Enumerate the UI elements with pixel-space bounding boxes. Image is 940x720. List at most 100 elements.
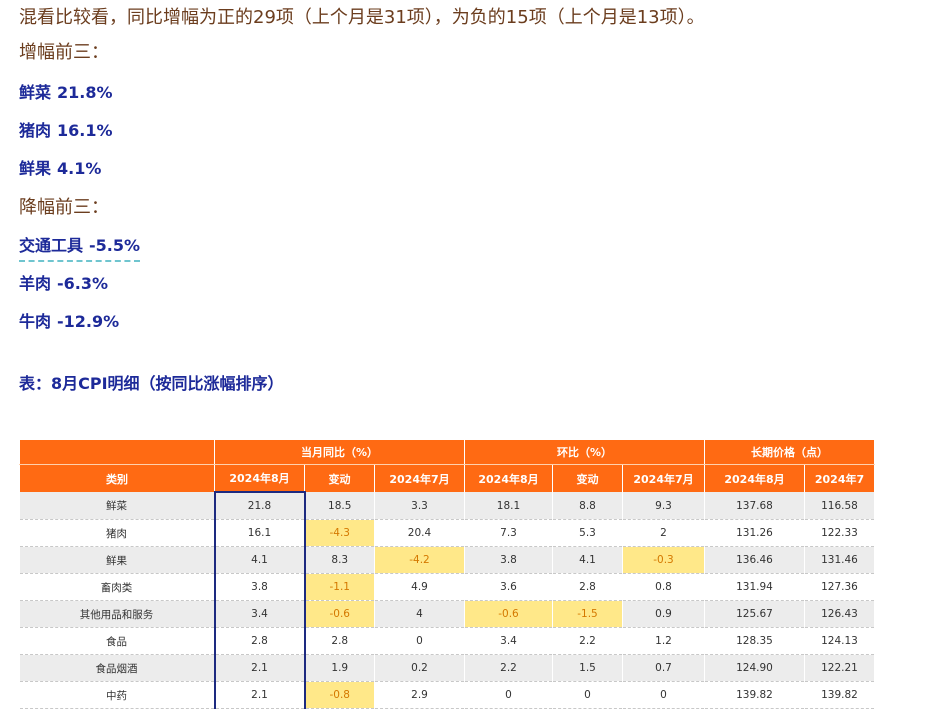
- item-value: 16.1%: [57, 121, 113, 140]
- group-header-blank: [19, 440, 215, 465]
- value-cell: 8.3: [304, 546, 375, 574]
- table-row: 食品烟酒 2.1 1.9 0.2 2.2 1.5 0.7 124.90 122.21: [19, 654, 875, 682]
- column-header: 类别: [19, 464, 215, 492]
- value-cell: 131.94: [704, 573, 805, 601]
- group-header-row: 当月同比（%） 环比（%） 长期价格（点）: [19, 440, 875, 465]
- value-cell: 131.46: [804, 546, 875, 574]
- value-cell: 18.1: [464, 492, 553, 520]
- value-cell: 126.43: [804, 600, 875, 628]
- value-cell: 131.26: [704, 519, 805, 547]
- increase-item: 鲜果 4.1%: [19, 157, 101, 181]
- value-cell: -4.3: [304, 519, 375, 547]
- value-cell: 125.67: [704, 600, 805, 628]
- value-cell: -4.2: [374, 546, 465, 574]
- cpi-table: 当月同比（%） 环比（%） 长期价格（点） 类别 2024年8月 变动 2024…: [19, 440, 875, 709]
- table-body: 鲜菜 21.8 18.5 3.3 18.1 8.8 9.3 137.68 116.58 猪肉 16.…: [19, 491, 875, 709]
- value-cell: 137.68: [704, 492, 805, 520]
- table-row: 猪肉 16.1 -4.3 20.4 7.3 5.3 2 131.26 122.33: [19, 519, 875, 547]
- value-cell: 4: [374, 600, 465, 628]
- value-cell: 4.1: [552, 546, 623, 574]
- column-header-row: 类别 2024年8月 变动 2024年7月 2024年8月 变动 2024年7月…: [19, 464, 875, 492]
- value-cell: 2.8: [304, 627, 375, 655]
- column-header: 变动: [552, 464, 623, 492]
- value-cell: -1.5: [552, 600, 623, 628]
- value-cell: 2.1: [213, 681, 306, 709]
- item-value: -12.9%: [57, 312, 120, 331]
- decrease-item[interactable]: 交通工具 -5.5%: [19, 234, 141, 262]
- table-row: 中药 2.1 -0.8 2.9 0 0 0 139.82 139.82: [19, 681, 875, 709]
- value-cell: 116.58: [804, 492, 875, 520]
- value-cell: 1.5: [552, 654, 623, 682]
- value-cell: 3.6: [464, 573, 553, 601]
- decrease-item: 牛肉 -12.9%: [19, 310, 119, 334]
- table-row: 其他用品和服务 3.4 -0.6 4 -0.6 -1.5 0.9 125.67 126.43: [19, 600, 875, 628]
- table-row: 鲜菜 21.8 18.5 3.3 18.1 8.8 9.3 137.68 116.58: [19, 491, 875, 520]
- category-cell: 猪肉: [19, 519, 215, 547]
- value-cell: 16.1: [213, 519, 306, 547]
- category-cell: 食品烟酒: [19, 654, 215, 682]
- category-cell: 鲜果: [19, 546, 215, 574]
- item-value: -5.5%: [89, 236, 141, 255]
- value-cell: 3.8: [464, 546, 553, 574]
- category-cell: 鲜菜: [19, 492, 215, 520]
- value-cell: 3.4: [464, 627, 553, 655]
- value-cell: 4.1: [213, 546, 306, 574]
- value-cell: 1.2: [622, 627, 705, 655]
- value-cell: 7.3: [464, 519, 553, 547]
- intro-text: 混看比较看，同比增幅为正的29项（上个月是31项），为负的15项（上个月是13项…: [19, 7, 705, 28]
- value-cell: 3.8: [213, 573, 306, 601]
- value-cell: 0.7: [622, 654, 705, 682]
- value-cell: 8.8: [552, 492, 623, 520]
- column-header: 变动: [304, 464, 375, 492]
- item-name: 牛肉: [19, 312, 52, 331]
- top-decrease-heading: 降幅前三：: [19, 197, 109, 218]
- category-cell: 其他用品和服务: [19, 600, 215, 628]
- value-cell: -0.6: [464, 600, 553, 628]
- group-header-long: 长期价格（点）: [704, 440, 875, 465]
- increase-item: 鲜菜 21.8%: [19, 81, 113, 105]
- value-cell: 139.82: [704, 681, 805, 709]
- value-cell: 124.13: [804, 627, 875, 655]
- item-name: 羊肉: [19, 274, 52, 293]
- column-header: 2024年8月: [704, 464, 805, 492]
- value-cell: 2.2: [464, 654, 553, 682]
- value-cell: 2.1: [213, 654, 306, 682]
- increase-item: 猪肉 16.1%: [19, 119, 113, 143]
- decrease-item: 羊肉 -6.3%: [19, 272, 108, 296]
- value-cell: 0: [552, 681, 623, 709]
- item-name: 鲜果: [19, 159, 52, 178]
- table-row: 鲜果 4.1 8.3 -4.2 3.8 4.1 -0.3 136.46 131.46: [19, 546, 875, 574]
- table-row: 食品 2.8 2.8 0 3.4 2.2 1.2 128.35 124.13: [19, 627, 875, 655]
- category-cell: 中药: [19, 681, 215, 709]
- item-value: 21.8%: [57, 83, 113, 102]
- table-title: 表：8月CPI明细（按同比涨幅排序）: [19, 374, 284, 393]
- value-cell: 2.2: [552, 627, 623, 655]
- category-cell: 畜肉类: [19, 573, 215, 601]
- value-cell: 4.9: [374, 573, 465, 601]
- value-cell: -0.8: [304, 681, 375, 709]
- value-cell: 20.4: [374, 519, 465, 547]
- value-cell: 127.36: [804, 573, 875, 601]
- value-cell: 1.9: [304, 654, 375, 682]
- column-header: 2024年8月: [464, 464, 553, 492]
- item-name: 鲜菜: [19, 83, 52, 102]
- value-cell: 2.8: [552, 573, 623, 601]
- item-name: 猪肉: [19, 121, 52, 140]
- value-cell: 5.3: [552, 519, 623, 547]
- value-cell: 136.46: [704, 546, 805, 574]
- value-cell: 128.35: [704, 627, 805, 655]
- value-cell: -0.3: [622, 546, 705, 574]
- value-cell: 21.8: [213, 491, 306, 520]
- value-cell: 0: [374, 627, 465, 655]
- value-cell: 122.33: [804, 519, 875, 547]
- value-cell: 124.90: [704, 654, 805, 682]
- value-cell: 2: [622, 519, 705, 547]
- value-cell: 0.2: [374, 654, 465, 682]
- value-cell: 122.21: [804, 654, 875, 682]
- value-cell: -1.1: [304, 573, 375, 601]
- value-cell: 9.3: [622, 492, 705, 520]
- group-header-mom: 环比（%）: [464, 440, 705, 465]
- top-increase-heading: 增幅前三：: [19, 42, 109, 63]
- group-header-yoy: 当月同比（%）: [214, 440, 465, 465]
- value-cell: 2.8: [213, 627, 306, 655]
